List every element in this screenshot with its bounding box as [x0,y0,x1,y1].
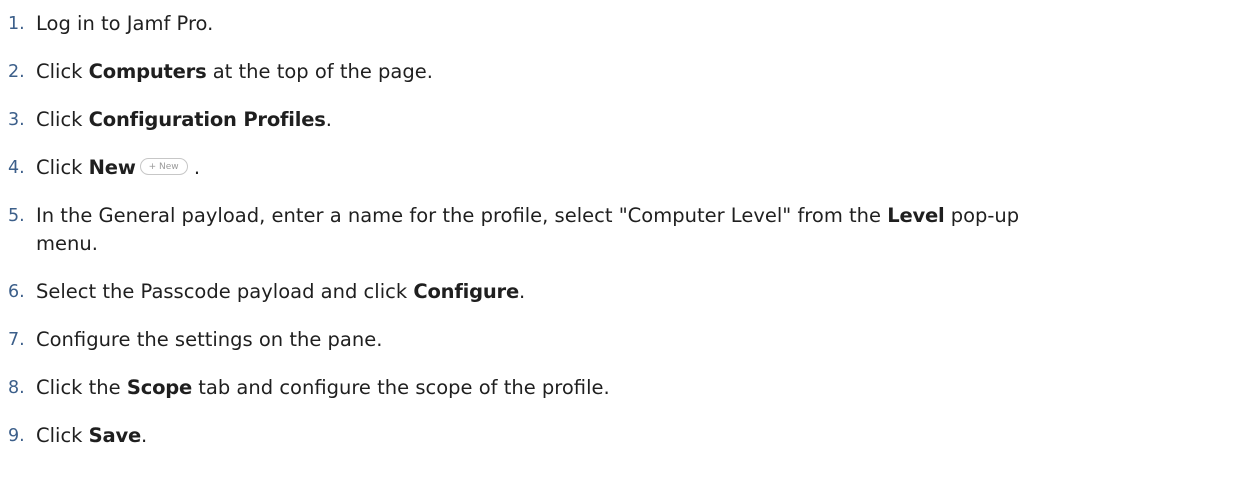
step-number: 9. [8,426,25,446]
step-text: Click Save. [36,424,148,447]
step-number: 2. [8,62,25,82]
ui-term-save: Save [88,424,142,447]
step-text: Click the Scope tab and configure the sc… [36,376,610,399]
new-button-image: + New [139,158,188,175]
step-5: 5. In the General payload, enter a name … [0,202,1254,258]
step-text: Configure the settings on the pane. [36,328,383,351]
step-number: 8. [8,378,25,398]
step-text: Click Computers at the top of the page. [36,60,433,83]
step-text: Select the Passcode payload and click Co… [36,280,526,303]
step-text: Click Configuration Profiles. [36,108,332,131]
ui-term-configuration-profiles: Configuration Profiles [88,108,326,131]
ui-term-scope: Scope [126,376,193,399]
ui-term-configure: Configure [413,280,519,303]
step-text-continuation: menu. [36,232,98,255]
step-number: 4. [8,158,25,178]
step-text: Log in to Jamf Pro. [36,12,214,35]
step-number: 3. [8,110,25,130]
step-text: Click New + New . [36,156,201,179]
step-number: 7. [8,330,25,350]
step-number: 6. [8,282,25,302]
step-number: 1. [8,14,25,34]
step-number: 5. [8,206,25,226]
instruction-steps-list: 1. Log in to Jamf Pro. 2. Click Computer… [0,0,1254,497]
ui-term-level: Level [887,204,945,227]
step-text: In the General payload, enter a name for… [36,204,1020,227]
ui-term-computers: Computers [88,60,207,83]
ui-term-new: New [88,156,136,179]
